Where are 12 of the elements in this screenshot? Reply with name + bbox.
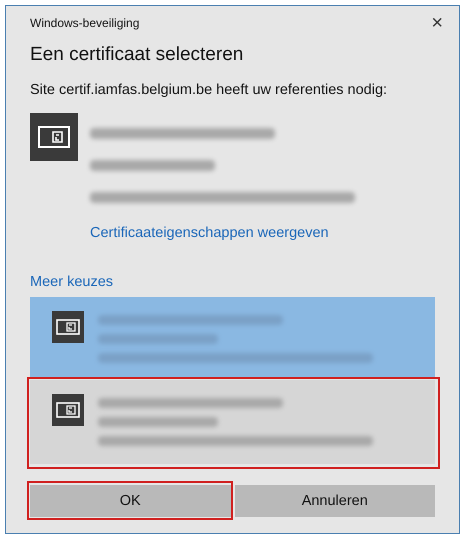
message-text: Site certif.iamfas.belgium.be heeft uw referenties nodig:: [30, 82, 388, 98]
certificate-card-icon: [52, 394, 84, 426]
certificate-card-icon: [30, 113, 78, 161]
certificate-option[interactable]: [30, 297, 435, 377]
dialog-button[interactable]: OK: [30, 485, 230, 517]
certificate-properties-link[interactable]: Certificaateigenschappen weergeven: [90, 225, 355, 241]
dialog-button[interactable]: Annuleren: [234, 485, 435, 517]
window-title: Windows-beveiliging: [30, 16, 140, 30]
dialog-heading: Een certificaat selecteren: [30, 44, 244, 67]
close-button[interactable]: ×: [431, 12, 443, 34]
certificate-card-icon: [52, 311, 84, 343]
more-choices-link[interactable]: Meer keuzes: [30, 274, 435, 290]
